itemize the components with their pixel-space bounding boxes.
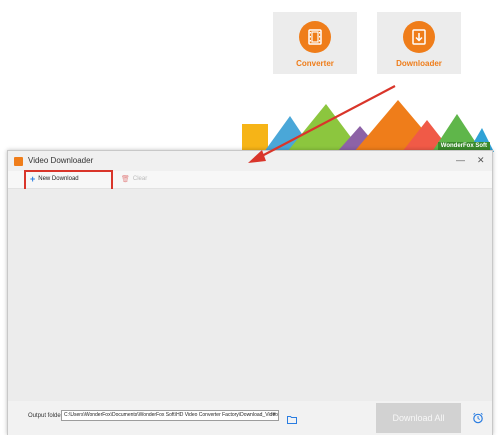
- footer-bar: Output folder: C:\Users\WonderFox\Docume…: [8, 401, 492, 435]
- title-bar[interactable]: Video Downloader — ✕: [8, 151, 492, 171]
- film-icon: [299, 21, 331, 53]
- clear-button[interactable]: 🗑 Clear: [121, 175, 147, 183]
- output-folder-label: Output folder:: [28, 413, 65, 419]
- alarm-clock-icon[interactable]: [472, 411, 484, 424]
- close-icon[interactable]: ✕: [477, 155, 485, 165]
- app-icon: [14, 157, 23, 166]
- trash-icon: 🗑: [121, 176, 130, 183]
- downloader-tile[interactable]: Downloader: [377, 12, 461, 74]
- decorative-banner: WonderFox Soft: [242, 100, 494, 152]
- video-downloader-window: Video Downloader — ✕ + New Download 🗑 Cl…: [7, 150, 493, 435]
- folder-icon[interactable]: [287, 411, 297, 424]
- download-all-button[interactable]: Download All: [376, 403, 461, 433]
- chevron-down-icon[interactable]: ▼: [270, 411, 278, 420]
- window-title: Video Downloader: [28, 156, 94, 165]
- downloader-label: Downloader: [396, 59, 442, 68]
- converter-tile[interactable]: Converter: [273, 12, 357, 74]
- brand-label: WonderFox Soft: [437, 142, 490, 150]
- output-folder-field[interactable]: C:\Users\WonderFox\Documents\WonderFox S…: [61, 410, 279, 421]
- converter-label: Converter: [296, 59, 334, 68]
- minimize-icon[interactable]: —: [456, 155, 465, 165]
- download-list-area[interactable]: [8, 189, 492, 401]
- highlight-box: [24, 170, 113, 191]
- clear-label: Clear: [132, 176, 148, 182]
- download-film-icon: [403, 21, 435, 53]
